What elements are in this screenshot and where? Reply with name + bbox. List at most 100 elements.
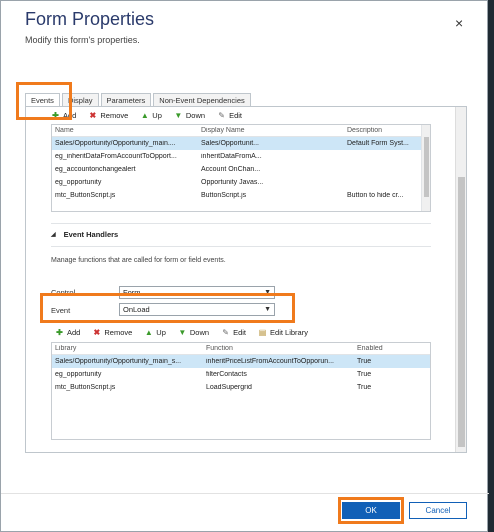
edit-label: Edit: [233, 327, 247, 337]
remove-icon: ✖: [89, 110, 97, 120]
handler-function: filterContacts: [206, 371, 247, 378]
tab-parameters[interactable]: Parameters: [100, 93, 152, 107]
table-row[interactable]: Sales/Opportunity/Opportunity_main_s... …: [52, 355, 430, 368]
remove-label: Remove: [100, 110, 129, 120]
add-label: Add: [63, 110, 77, 120]
handler-library: eg_opportunity: [55, 371, 102, 378]
panel-scrollbar[interactable]: [455, 107, 466, 452]
column-header-name[interactable]: Name: [52, 127, 198, 134]
edit-library-button[interactable]: ✎ Edit: [217, 111, 242, 120]
column-header-function[interactable]: Function: [203, 345, 354, 352]
event-handlers-section-header[interactable]: ◢ Event Handlers: [51, 230, 118, 239]
up-label: Up: [156, 327, 166, 337]
down-label: Down: [185, 110, 206, 120]
add-icon: ✚: [56, 327, 63, 337]
handlers-toolbar: ✚ Add ✖ Remove ▲ Up ▼ Down ✎ Edit ▤ Edit Libra…: [55, 326, 320, 338]
column-header-enabled[interactable]: Enabled: [354, 345, 419, 352]
table-row[interactable]: eg_accountonchangealert Account OnChan..…: [52, 163, 430, 176]
library-name: Sales/Opportunity/Opportunity_main....: [55, 140, 176, 147]
close-icon[interactable]: ×: [455, 15, 463, 31]
library-display-name: Account OnChan...: [201, 166, 261, 173]
library-name: eg_accountonchangealert: [55, 166, 136, 173]
divider: [51, 246, 431, 247]
column-header-library[interactable]: Library: [52, 345, 203, 352]
edit-library-label: Edit Library: [270, 327, 308, 337]
tab-strip: Events Display Parameters Non-Event Depe…: [25, 93, 253, 107]
dialog-subtitle: Modify this form's properties.: [25, 35, 140, 45]
down-label: Down: [189, 327, 210, 337]
table-row[interactable]: eg_opportunity Opportunity Javas...: [52, 176, 430, 189]
move-library-up-button[interactable]: ▲ Up: [140, 111, 162, 120]
event-handlers-title: Event Handlers: [63, 230, 119, 239]
up-label: Up: [152, 110, 162, 120]
column-header-display-name[interactable]: Display Name: [198, 127, 344, 134]
form-libraries-grid: Name Display Name Description Sales/Oppo…: [51, 124, 431, 212]
control-label: Control: [51, 288, 76, 297]
library-name: mtc_ButtonScript.js: [55, 192, 116, 199]
up-arrow-icon: ▲: [140, 110, 149, 120]
chevron-down-icon: ▼: [264, 289, 271, 296]
handler-enabled: True: [357, 371, 372, 378]
control-select[interactable]: Form ▼: [119, 286, 275, 299]
event-handlers-help-text: Manage functions that are called for for…: [51, 257, 226, 264]
table-row[interactable]: mtc_ButtonScript.js LoadSupergrid True: [52, 381, 430, 394]
dialog-title: Form Properties: [25, 9, 155, 29]
add-label: Add: [67, 327, 81, 337]
table-row[interactable]: eg_inheritDataFromAccountToOpport... inh…: [52, 150, 430, 163]
panel-scrollbar-thumb[interactable]: [458, 177, 465, 447]
grid-header: Library Function Enabled: [52, 343, 430, 355]
handler-library: mtc_ButtonScript.js: [55, 384, 116, 391]
library-display-name: Opportunity Javas...: [201, 179, 264, 186]
edit-label: Edit: [229, 110, 243, 120]
tab-display[interactable]: Display: [61, 93, 99, 107]
form-properties-dialog: Form Properties Modify this form's prope…: [0, 0, 489, 532]
column-header-description[interactable]: Description: [344, 127, 422, 134]
table-row[interactable]: mtc_ButtonScript.js ButtonScript.js Butt…: [52, 189, 430, 202]
cancel-button[interactable]: Cancel: [409, 502, 467, 519]
chevron-down-icon: ▼: [264, 306, 271, 313]
add-icon: ✚: [52, 110, 59, 120]
handler-enabled: True: [357, 384, 372, 391]
event-select[interactable]: OnLoad ▼: [119, 303, 275, 316]
up-arrow-icon: ▲: [144, 327, 153, 337]
add-handler-button[interactable]: ✚ Add: [55, 328, 80, 337]
footer-divider: [1, 493, 489, 494]
table-row[interactable]: eg_opportunity filterContacts True: [52, 368, 430, 381]
grid-scrollbar-thumb[interactable]: [424, 137, 429, 197]
remove-label: Remove: [104, 327, 133, 337]
collapse-triangle-icon: ◢: [51, 232, 56, 238]
remove-library-button[interactable]: ✖ Remove: [88, 110, 129, 120]
edit-icon: ✎: [218, 110, 225, 120]
library-icon: ▤: [258, 327, 267, 337]
edit-icon: ✎: [222, 327, 229, 337]
library-display-name: inheritDataFromA...: [201, 153, 262, 160]
library-display-name: ButtonScript.js: [201, 192, 247, 199]
event-select-value: OnLoad: [123, 305, 150, 314]
move-handler-up-button[interactable]: ▲ Up: [144, 328, 166, 337]
edit-handler-button[interactable]: ✎ Edit: [221, 328, 246, 337]
library-description: Default Form Syst...: [347, 140, 409, 147]
grid-scrollbar[interactable]: [421, 125, 430, 211]
control-select-value: Form: [123, 288, 141, 297]
tab-non-event-dependencies[interactable]: Non-Event Dependencies: [153, 93, 251, 107]
ok-button[interactable]: OK: [342, 502, 400, 519]
remove-handler-button[interactable]: ✖ Remove: [92, 327, 133, 337]
move-library-down-button[interactable]: ▼ Down: [174, 111, 205, 120]
handler-function: LoadSupergrid: [206, 384, 252, 391]
divider: [51, 223, 431, 224]
handler-function: inheritPriceListFromAccountToOpporun...: [206, 358, 334, 365]
grid-header: Name Display Name Description: [52, 125, 430, 137]
event-label: Event: [51, 306, 71, 315]
library-name: eg_opportunity: [55, 179, 102, 186]
handler-enabled: True: [357, 358, 372, 365]
add-library-button[interactable]: ✚ Add: [51, 111, 76, 120]
edit-library-button[interactable]: ▤ Edit Library: [258, 328, 308, 337]
tab-events[interactable]: Events: [25, 93, 60, 107]
table-row[interactable]: Sales/Opportunity/Opportunity_main.... S…: [52, 137, 430, 150]
remove-icon: ✖: [93, 327, 101, 337]
library-display-name: Sales/Opportunit...: [201, 140, 259, 147]
move-handler-down-button[interactable]: ▼ Down: [178, 328, 209, 337]
library-name: eg_inheritDataFromAccountToOpport...: [55, 153, 177, 160]
libraries-toolbar: ✚ Add ✖ Remove ▲ Up ▼ Down ✎ Edit: [51, 109, 254, 121]
handler-library: Sales/Opportunity/Opportunity_main_s...: [55, 358, 182, 365]
